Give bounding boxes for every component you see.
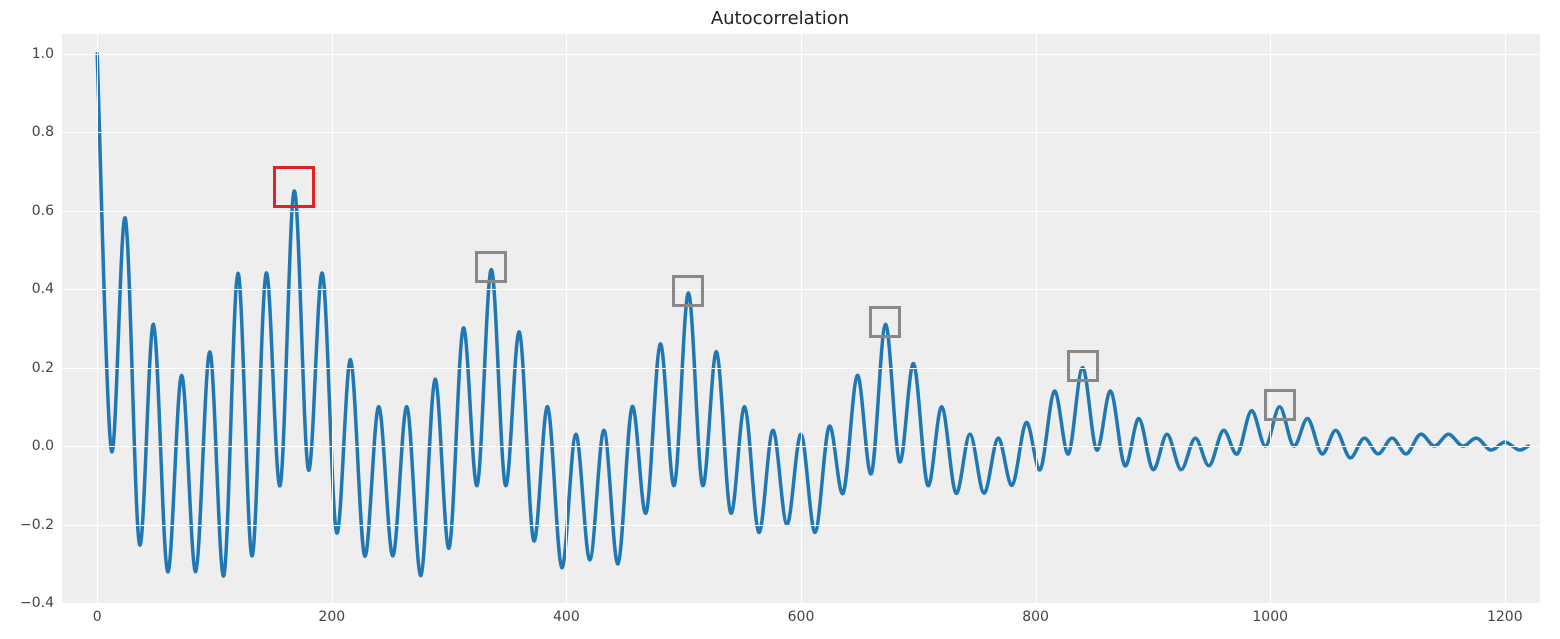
x-tick-label: 1000 (1252, 603, 1288, 625)
y-tick-label: 0.8 (32, 124, 62, 140)
y-tick-label: 0.4 (32, 281, 62, 297)
chart-title: Autocorrelation (0, 8, 1560, 29)
grid-line-v (97, 34, 98, 603)
y-tick-label: −0.2 (20, 517, 62, 533)
peak-box (672, 275, 704, 307)
x-tick-label: 800 (1022, 603, 1049, 625)
x-tick-label: 600 (788, 603, 815, 625)
peak-box (475, 251, 507, 283)
x-tick-label: 200 (318, 603, 345, 625)
figure: Autocorrelation −0.4−0.20.00.20.40.60.81… (0, 0, 1560, 639)
x-tick-label: 400 (553, 603, 580, 625)
grid-line-v (1036, 34, 1037, 603)
peak-box (869, 306, 901, 338)
grid-line-v (1505, 34, 1506, 603)
grid-line-v (332, 34, 333, 603)
y-tick-label: 0.6 (32, 203, 62, 219)
y-tick-label: 0.0 (32, 438, 62, 454)
peak-box (1264, 389, 1296, 421)
grid-line-v (566, 34, 567, 603)
peak-box (1067, 350, 1099, 382)
grid-line-v (1270, 34, 1271, 603)
plot-area: −0.4−0.20.00.20.40.60.81.002004006008001… (62, 34, 1540, 603)
y-tick-label: 1.0 (32, 46, 62, 62)
grid-line-v (801, 34, 802, 603)
y-tick-label: −0.4 (20, 595, 62, 611)
peak-box-primary (273, 166, 315, 208)
x-tick-label: 1200 (1487, 603, 1523, 625)
y-tick-label: 0.2 (32, 360, 62, 376)
x-tick-label: 0 (93, 603, 102, 625)
